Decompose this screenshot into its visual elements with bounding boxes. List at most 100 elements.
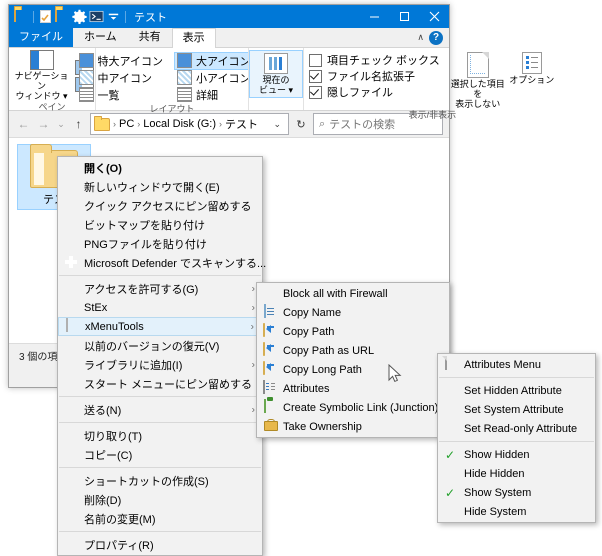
menu-item-block-all-with-firewall[interactable]: Block all with Firewall: [257, 284, 449, 303]
menu-separator: [439, 441, 594, 442]
tab-home[interactable]: ホーム: [73, 27, 128, 47]
menu-item-create-symbolic-link[interactable]: Create Symbolic Link (Junction): [257, 398, 449, 417]
menu-label: 切り取り(T): [84, 430, 143, 443]
forward-button[interactable]: →: [35, 115, 52, 134]
folder-icon[interactable]: [14, 8, 29, 24]
context-menu[interactable]: 開く(O) 新しいウィンドウで開く(E) クイック アクセスにピン留めする ビッ…: [57, 156, 266, 556]
layout-option-medium[interactable]: 中アイコン: [76, 70, 166, 86]
menu-label: 新しいウィンドウで開く(E): [84, 181, 220, 194]
menu-item-attributes[interactable]: Attributes ›: [257, 379, 449, 398]
crumb-sep-2: ›: [219, 119, 223, 129]
menu-item-pin-quick-access[interactable]: クイック アクセスにピン留めする: [58, 196, 262, 215]
menu-item-create-shortcut[interactable]: ショートカットの作成(S): [58, 471, 262, 490]
crumb-test[interactable]: テスト: [225, 116, 258, 132]
menu-item-xmenutools[interactable]: xMenuTools ›: [58, 317, 262, 336]
menu-item-copy[interactable]: コピー(C): [58, 445, 262, 464]
layout-option-extra-large[interactable]: 特大アイコン: [76, 53, 166, 69]
chevron-down-icon[interactable]: ⌄: [269, 119, 285, 130]
menu-item-set-system-attribute[interactable]: Set System Attribute: [438, 400, 595, 419]
chevron-right-icon: ›: [251, 302, 255, 313]
menu-item-open[interactable]: 開く(O): [58, 158, 262, 177]
current-view-button[interactable]: 現在の ビュー ▾: [249, 50, 303, 98]
layout-option-small[interactable]: 小アイコン: [174, 70, 253, 86]
check-hidden-items[interactable]: 隠しファイル: [309, 84, 440, 100]
options-button[interactable]: オプション: [508, 52, 556, 85]
defender-icon: [63, 255, 79, 271]
crumb-local-disk[interactable]: Local Disk (G:): [143, 118, 216, 130]
menu-item-paste-png[interactable]: PNGファイルを貼り付け: [58, 234, 262, 253]
ribbon-body: ナビゲーション ウィンドウ ▾ ペイン 特大アイコン 大アイコン 中アイコン 小…: [9, 48, 554, 120]
layout-label-1: 大アイコン: [196, 55, 251, 68]
menu-item-set-hidden-attribute[interactable]: Set Hidden Attribute: [438, 381, 595, 400]
gear-icon[interactable]: [72, 9, 87, 24]
layout-option-list[interactable]: 一覧: [76, 87, 166, 103]
navigation-pane-button[interactable]: ナビゲーション ウィンドウ ▾: [11, 50, 73, 101]
menu-item-hide-hidden[interactable]: Hide Hidden: [438, 464, 595, 483]
menu-item-pin-start[interactable]: スタート メニューにピン留めする: [58, 374, 262, 393]
menu-item-defender-scan[interactable]: Microsoft Defender でスキャンする...: [58, 253, 266, 272]
menu-item-grant-access[interactable]: アクセスを許可する(G) ›: [58, 279, 262, 298]
menu-label: ビットマップを貼り付け: [84, 219, 205, 232]
nav-pane-label-1: ナビゲーション: [14, 71, 69, 91]
menu-item-open-new-window[interactable]: 新しいウィンドウで開く(E): [58, 177, 262, 196]
hide-selected-items-button[interactable]: 選択した項目を 表示しない: [448, 52, 508, 109]
maximize-button[interactable]: [389, 5, 419, 28]
minimize-button[interactable]: [359, 5, 389, 28]
breadcrumb-folder-icon: [94, 115, 110, 131]
menu-item-cut[interactable]: 切り取り(T): [58, 426, 262, 445]
menu-item-restore-previous-versions[interactable]: 以前のバージョンの復元(V): [58, 336, 262, 355]
check-item-checkboxes[interactable]: 項目チェック ボックス: [309, 52, 440, 68]
checkbox-item-checkboxes[interactable]: [309, 53, 322, 67]
up-button[interactable]: ↑: [70, 115, 87, 134]
options-label: オプション: [509, 75, 555, 85]
shield-icon: [262, 286, 278, 302]
menu-item-hide-system[interactable]: Hide System: [438, 502, 595, 521]
crumb-pc[interactable]: PC: [119, 118, 134, 130]
back-button[interactable]: ←: [15, 115, 32, 134]
menu-label: Copy Path as URL: [283, 344, 375, 357]
layout-option-large[interactable]: 大アイコン: [174, 51, 254, 70]
menu-item-show-hidden[interactable]: ✓ Show Hidden: [438, 445, 595, 464]
checkbox-hidden-items[interactable]: [309, 85, 322, 99]
menu-item-rename[interactable]: 名前の変更(M): [58, 509, 262, 528]
menu-item-copy-path[interactable]: Copy Path: [257, 322, 449, 341]
menu-item-copy-long-path[interactable]: Copy Long Path: [257, 360, 449, 379]
menu-item-set-readonly-attribute[interactable]: Set Read-only Attribute: [438, 419, 595, 438]
layout-option-details[interactable]: 詳細: [174, 87, 253, 103]
breadcrumb[interactable]: › PC › Local Disk (G:) › テスト ⌄: [90, 113, 289, 135]
recent-locations-button[interactable]: ⌄: [55, 115, 67, 134]
tab-view[interactable]: 表示: [171, 28, 216, 48]
help-icon[interactable]: ?: [429, 30, 443, 45]
menu-item-take-ownership[interactable]: Take Ownership: [257, 417, 449, 436]
menu-label: Hide Hidden: [464, 467, 525, 480]
tab-file[interactable]: ファイル: [9, 27, 73, 47]
chevron-up-icon[interactable]: ∧: [417, 32, 424, 43]
menu-item-properties[interactable]: プロパティ(R): [58, 535, 262, 554]
properties-icon[interactable]: [38, 9, 53, 24]
menu-item-copy-name[interactable]: Copy Name: [257, 303, 449, 322]
menu-item-stex[interactable]: StEx ›: [58, 298, 262, 317]
submenu-xmenutools[interactable]: Block all with Firewall Copy Name Copy P…: [256, 282, 450, 438]
menu-label: Block all with Firewall: [283, 287, 388, 300]
submenu-attributes[interactable]: Attributes Menu Set Hidden Attribute Set…: [437, 353, 596, 523]
close-button[interactable]: [419, 5, 449, 28]
terminal-icon[interactable]: [89, 9, 104, 24]
menu-separator: [59, 275, 261, 276]
new-folder-icon[interactable]: [55, 8, 70, 24]
menu-item-send-to[interactable]: 送る(N) ›: [58, 400, 262, 419]
menu-item-paste-bitmap[interactable]: ビットマップを貼り付け: [58, 215, 262, 234]
menu-item-show-system[interactable]: ✓ Show System: [438, 483, 595, 502]
ribbon-tabs-right: ∧ ?: [417, 28, 449, 47]
chevron-right-icon: ›: [251, 359, 255, 370]
tab-share[interactable]: 共有: [128, 27, 172, 47]
menu-item-copy-path-as-url[interactable]: Copy Path as URL: [257, 341, 449, 360]
checkmark-icon: ✓: [445, 485, 456, 500]
qat-dropdown-icon[interactable]: [106, 9, 121, 24]
menu-item-add-to-library[interactable]: ライブラリに追加(I) ›: [58, 355, 262, 374]
menu-label: Attributes: [283, 382, 330, 395]
menu-item-attributes-menu[interactable]: Attributes Menu: [438, 355, 595, 374]
checkbox-file-extensions[interactable]: [309, 69, 322, 83]
check-file-extensions[interactable]: ファイル名拡張子: [309, 68, 440, 84]
layout-label-5: 詳細: [196, 89, 218, 102]
menu-label: Set System Attribute: [464, 403, 564, 416]
